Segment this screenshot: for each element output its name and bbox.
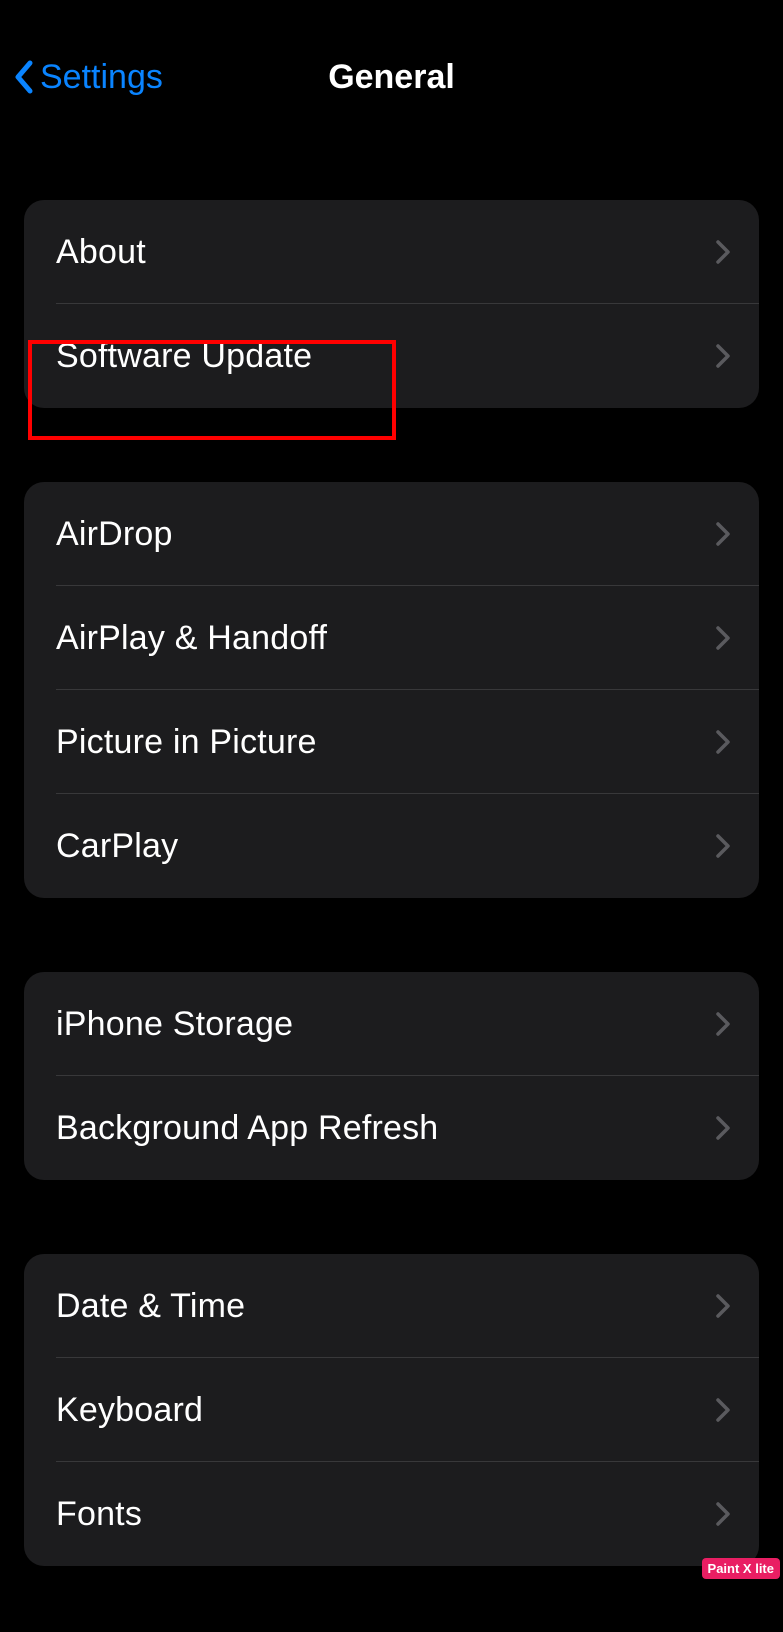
- row-about[interactable]: About: [24, 200, 759, 304]
- settings-group-1: About Software Update: [24, 200, 759, 408]
- chevron-right-icon: [715, 1397, 731, 1423]
- row-label: Software Update: [56, 337, 312, 376]
- navigation-bar: Settings General: [0, 32, 783, 122]
- chevron-right-icon: [715, 729, 731, 755]
- row-background-app-refresh[interactable]: Background App Refresh: [24, 1076, 759, 1180]
- chevron-right-icon: [715, 1115, 731, 1141]
- row-date-time[interactable]: Date & Time: [24, 1254, 759, 1358]
- chevron-right-icon: [715, 1501, 731, 1527]
- settings-content: About Software Update AirDrop AirPlay & …: [0, 200, 783, 1566]
- chevron-right-icon: [715, 625, 731, 651]
- row-label: Keyboard: [56, 1391, 203, 1430]
- row-iphone-storage[interactable]: iPhone Storage: [24, 972, 759, 1076]
- page-title: General: [328, 58, 455, 97]
- row-airdrop[interactable]: AirDrop: [24, 482, 759, 586]
- chevron-right-icon: [715, 1011, 731, 1037]
- row-label: Picture in Picture: [56, 723, 317, 762]
- chevron-left-icon: [12, 59, 34, 95]
- watermark-badge: Paint X lite: [702, 1558, 780, 1579]
- back-label: Settings: [40, 58, 163, 97]
- row-keyboard[interactable]: Keyboard: [24, 1358, 759, 1462]
- settings-group-4: Date & Time Keyboard Fonts: [24, 1254, 759, 1566]
- row-label: iPhone Storage: [56, 1005, 293, 1044]
- chevron-right-icon: [715, 343, 731, 369]
- chevron-right-icon: [715, 239, 731, 265]
- row-software-update[interactable]: Software Update: [24, 304, 759, 408]
- row-airplay-handoff[interactable]: AirPlay & Handoff: [24, 586, 759, 690]
- chevron-right-icon: [715, 1293, 731, 1319]
- row-picture-in-picture[interactable]: Picture in Picture: [24, 690, 759, 794]
- row-label: About: [56, 233, 146, 272]
- row-label: Date & Time: [56, 1287, 245, 1326]
- row-fonts[interactable]: Fonts: [24, 1462, 759, 1566]
- row-label: AirDrop: [56, 515, 173, 554]
- settings-group-3: iPhone Storage Background App Refresh: [24, 972, 759, 1180]
- settings-group-2: AirDrop AirPlay & Handoff Picture in Pic…: [24, 482, 759, 898]
- back-button[interactable]: Settings: [0, 58, 163, 97]
- chevron-right-icon: [715, 521, 731, 547]
- row-label: AirPlay & Handoff: [56, 619, 327, 658]
- row-carplay[interactable]: CarPlay: [24, 794, 759, 898]
- row-label: Background App Refresh: [56, 1109, 438, 1148]
- chevron-right-icon: [715, 833, 731, 859]
- row-label: Fonts: [56, 1495, 142, 1534]
- row-label: CarPlay: [56, 827, 178, 866]
